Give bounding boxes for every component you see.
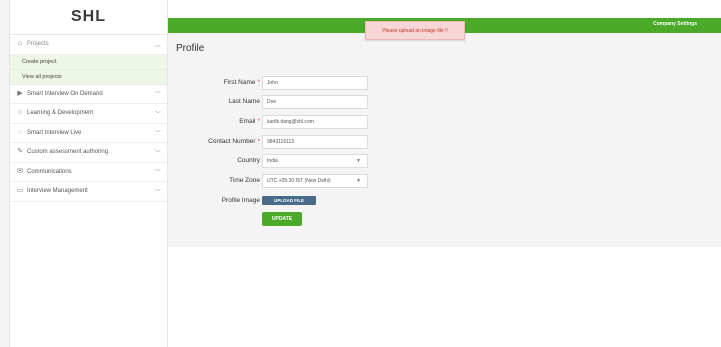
time-zone-label: Time Zone (229, 177, 260, 184)
sidebar-item-label: Smart Interview On Demand (27, 90, 103, 97)
upload-file-button[interactable]: UPLOAD FILE (262, 196, 316, 205)
error-toast: Please upload an image file !! (365, 21, 465, 40)
home-icon: ⌂ (17, 40, 23, 48)
sidebar-item-communications[interactable]: ✉ Communications ﹀ (10, 163, 167, 182)
sidebar-item-label: Learning & Development (27, 110, 94, 117)
sidebar-item-smart-interview-live[interactable]: ◌ Smart Interview Live ﹀ (10, 124, 167, 143)
required-marker: * (257, 138, 260, 145)
chevron-down-icon: ﹀ (154, 150, 161, 157)
sidebar-item-projects[interactable]: ⌂ Projects ︿ (10, 35, 167, 55)
time-zone-select[interactable]: UTC +05:30 IST (New Delhi) ▼ (262, 174, 368, 188)
email-label: Email * (239, 118, 260, 125)
sidebar-subitem-create-project[interactable]: Create project (10, 54, 167, 70)
first-name-label: First Name * (224, 79, 260, 86)
sidebar-item-label: Smart Interview Live (27, 129, 82, 136)
country-label-wrap: Country (168, 154, 260, 168)
chevron-up-icon: ︿ (154, 42, 161, 49)
update-button[interactable]: UPDATE (262, 212, 302, 226)
first-name-label-text: First Name (223, 79, 256, 86)
contact-number-label-wrap: Contact Number * (168, 135, 260, 149)
sidebar-item-label: Custom assessment authoring (27, 149, 109, 156)
video-icon: ▶ (17, 89, 23, 97)
last-name-label: Last Name (228, 98, 260, 105)
chevron-down-icon: ﹀ (154, 170, 161, 177)
first-name-field[interactable]: John (262, 76, 368, 90)
app-window: SHL ⌂ Projects ︿ Create project View all… (0, 0, 721, 347)
country-label: Country (237, 157, 260, 164)
lightbulb-icon: ○ (17, 109, 23, 117)
last-name-label-wrap: Last Name (168, 95, 260, 109)
chevron-down-icon: ﹀ (154, 111, 161, 118)
sidebar-item-smart-interview-on-demand[interactable]: ▶ Smart Interview On Demand ﹀ (10, 85, 167, 104)
last-name-field[interactable]: Doe (262, 95, 368, 109)
page-title: Profile (176, 43, 205, 54)
profile-image-label: Profile Image (221, 197, 260, 204)
sidebar-item-interview-management[interactable]: ▭ Interview Management ﹀ (10, 182, 167, 202)
profile-image-label-wrap: Profile Image (168, 194, 260, 208)
left-gutter (0, 0, 10, 347)
chevron-down-icon: ﹀ (154, 189, 161, 196)
chevron-down-icon: ﹀ (154, 131, 161, 138)
chevron-down-icon: ﹀ (154, 92, 161, 99)
sidebar-item-learning-development[interactable]: ○ Learning & Development ﹀ (10, 104, 167, 124)
first-name-label-wrap: First Name * (168, 76, 260, 90)
sidebar-item-label: Communications (27, 168, 72, 175)
company-settings-link[interactable]: Company Settings (653, 21, 697, 27)
sidebar-subitem-view-all-projects[interactable]: View all projects (10, 69, 167, 85)
country-value: India (267, 158, 278, 164)
mail-icon: ✉ (17, 167, 23, 175)
caret-down-icon: ▼ (356, 158, 361, 164)
country-select[interactable]: India ▼ (262, 154, 368, 168)
required-marker: * (257, 79, 260, 86)
pencil-icon: ✎ (17, 148, 23, 156)
sidebar: SHL ⌂ Projects ︿ Create project View all… (10, 0, 168, 347)
email-label-text: Email (239, 118, 256, 125)
sidebar-item-label: Interview Management (27, 188, 88, 195)
email-field[interactable]: kartik.dang@shl.com (262, 115, 368, 129)
clipboard-icon: ▭ (16, 187, 24, 195)
required-marker: * (257, 118, 260, 125)
main-content: Profile First Name * John Last Name Doe E… (168, 33, 721, 247)
email-label-wrap: Email * (168, 115, 260, 129)
contact-number-label-text: Contact Number (208, 138, 256, 145)
caret-down-icon: ▼ (356, 178, 361, 184)
contact-number-label: Contact Number * (208, 138, 260, 145)
sidebar-item-label: Projects (27, 41, 49, 48)
logo: SHL (10, 0, 167, 35)
contact-number-field[interactable]: 9843116113 (262, 135, 368, 149)
chat-icon: ◌ (17, 128, 23, 136)
sidebar-item-custom-assessment-authoring[interactable]: ✎ Custom assessment authoring ﹀ (10, 143, 167, 163)
time-zone-label-wrap: Time Zone (168, 174, 260, 188)
time-zone-value: UTC +05:30 IST (New Delhi) (267, 178, 331, 184)
